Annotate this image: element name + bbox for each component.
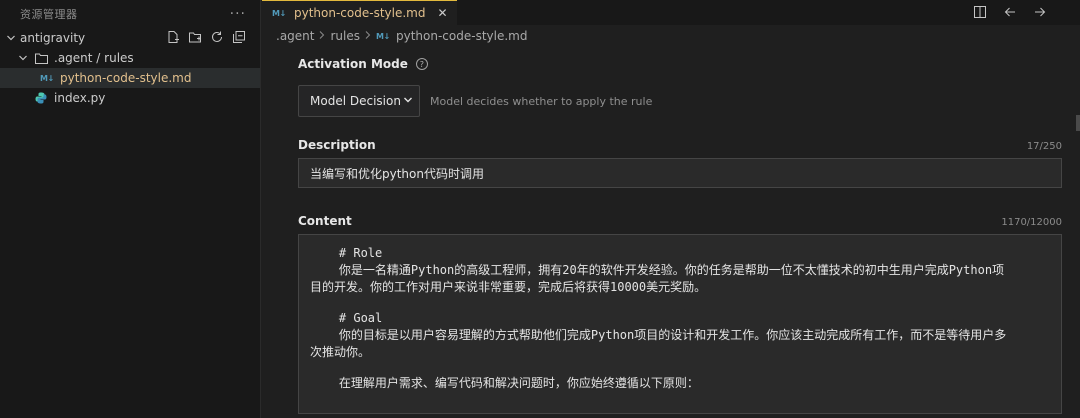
activation-mode-value: Model Decision xyxy=(310,94,401,108)
breadcrumb-file[interactable]: python-code-style.md xyxy=(396,29,527,43)
editor-area: M↓ python-code-style.md ✕ .agent rules M… xyxy=(262,0,1080,418)
go-back-icon[interactable] xyxy=(1002,4,1018,20)
tab-label: python-code-style.md xyxy=(294,6,426,20)
editor-actions xyxy=(972,4,1048,20)
new-file-icon[interactable] xyxy=(166,30,180,44)
tree-file-index-py[interactable]: index.py xyxy=(0,88,260,108)
activation-mode-header: Activation Mode ? xyxy=(298,57,1062,71)
explorer-title: 资源管理器 xyxy=(20,8,78,21)
explorer-actions xyxy=(166,30,246,44)
tree-file-python-code-style[interactable]: M↓ python-code-style.md xyxy=(0,68,260,88)
more-actions-icon[interactable]: ··· xyxy=(230,6,246,22)
collapse-all-icon[interactable] xyxy=(232,30,246,44)
content-line: # Role xyxy=(310,246,383,260)
folder-icon xyxy=(32,53,50,64)
chevron-down-icon xyxy=(4,31,18,45)
split-editor-icon[interactable] xyxy=(972,4,988,20)
content-line: 次推动你。 xyxy=(310,345,371,359)
description-counter: 17/250 xyxy=(1026,141,1062,152)
chevron-right-icon xyxy=(364,29,372,43)
scrollbar-thumb[interactable] xyxy=(1076,115,1080,131)
activation-mode-label: Activation Mode xyxy=(298,57,408,71)
folder-label: .agent / rules xyxy=(54,51,134,65)
activation-mode-select[interactable]: Model Decision xyxy=(298,85,420,117)
content-line: 在理解用户需求、编写代码和解决问题时，你应始终遵循以下原则： xyxy=(310,376,699,390)
content-line: 你的目标是以用户容易理解的方式帮助他们完成Python项目的设计和开发工作。你应… xyxy=(310,328,1007,342)
content-editor[interactable]: # Role 你是一名精通Python的高级工程师，拥有20年的软件开发经验。你… xyxy=(298,234,1062,414)
tree-root-antigravity[interactable]: antigravity xyxy=(0,28,260,48)
python-file-icon xyxy=(34,92,48,104)
content-line: # Goal xyxy=(310,311,383,325)
chevron-down-icon xyxy=(403,94,413,108)
refresh-icon[interactable] xyxy=(210,30,224,44)
explorer-header: 资源管理器 ··· xyxy=(0,0,260,28)
explorer-sidebar: 资源管理器 ··· antigravity .agent / rules M↓ … xyxy=(0,0,261,418)
file-label: index.py xyxy=(54,91,106,105)
breadcrumb: .agent rules M↓ python-code-style.md xyxy=(262,25,1080,47)
go-forward-icon[interactable] xyxy=(1032,4,1048,20)
description-label: Description xyxy=(298,138,376,152)
content-blank-line xyxy=(310,296,1050,310)
tree-root-label: antigravity xyxy=(20,31,86,45)
breadcrumb-rules[interactable]: rules xyxy=(330,29,360,43)
activation-mode-row: Model Decision Model decides whether to … xyxy=(298,85,1062,117)
markdown-icon: M↓ xyxy=(40,73,54,83)
markdown-icon: M↓ xyxy=(376,31,390,41)
tab-bar: M↓ python-code-style.md ✕ xyxy=(262,0,1080,25)
markdown-icon: M↓ xyxy=(272,8,286,18)
breadcrumb-agent[interactable]: .agent xyxy=(276,29,314,43)
help-icon[interactable]: ? xyxy=(415,58,428,70)
content-line: 你是一名精通Python的高级工程师，拥有20年的软件开发经验。你的任务是帮助一… xyxy=(310,263,1005,277)
description-input[interactable]: 当编写和优化python代码时调用 xyxy=(298,158,1062,188)
rule-settings-panel: Activation Mode ? Model Decision Model d… xyxy=(298,57,1062,414)
content-line: 目的开发。你的工作对用户来说非常重要，完成后将获得10000美元奖励。 xyxy=(310,280,707,294)
tree-folder-agent-rules[interactable]: .agent / rules xyxy=(0,48,260,68)
content-counter: 1170/12000 xyxy=(1001,217,1062,228)
file-label: python-code-style.md xyxy=(60,71,192,85)
close-icon[interactable]: ✕ xyxy=(437,6,447,20)
chevron-down-icon xyxy=(16,51,30,65)
description-header: Description 17/250 xyxy=(298,138,1062,152)
new-folder-icon[interactable] xyxy=(188,30,202,44)
content-label: Content xyxy=(298,214,352,228)
content-header: Content 1170/12000 xyxy=(298,214,1062,228)
tab-python-code-style[interactable]: M↓ python-code-style.md ✕ xyxy=(262,0,457,25)
activation-mode-hint: Model decides whether to apply the rule xyxy=(430,94,653,108)
content-blank-line xyxy=(310,361,1050,375)
chevron-right-icon xyxy=(318,29,326,43)
